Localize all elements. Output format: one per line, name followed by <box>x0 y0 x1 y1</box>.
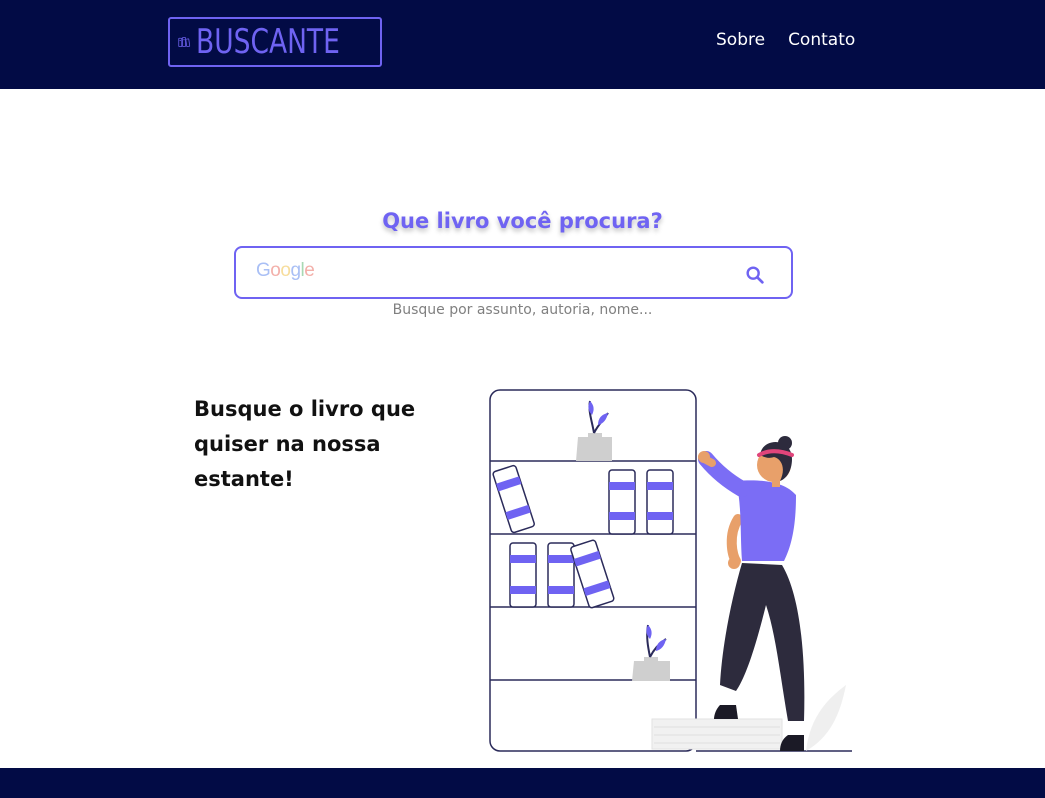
nav-link-contato[interactable]: Contato <box>788 30 855 50</box>
page-footer <box>0 768 1045 798</box>
promo-text: Busque o livro que quiser na nossa estan… <box>194 397 416 491</box>
brand-name: BUSCANTE <box>195 22 340 62</box>
top-header: BUSCANTE Sobre Contato <box>0 0 1045 89</box>
brand-logo[interactable]: BUSCANTE <box>168 17 382 67</box>
search-hint: Busque por assunto, autoria, nome... <box>392 302 653 318</box>
nav-link-sobre[interactable]: Sobre <box>716 30 765 50</box>
search-input[interactable] <box>254 256 734 289</box>
search-box: Google <box>234 246 793 299</box>
search-icon[interactable] <box>744 264 766 286</box>
main-nav: Sobre Contato <box>716 30 855 50</box>
bookshelf-illustration <box>489 389 852 752</box>
books-icon <box>178 37 191 48</box>
search-title: Que livro você procura? <box>382 209 663 233</box>
